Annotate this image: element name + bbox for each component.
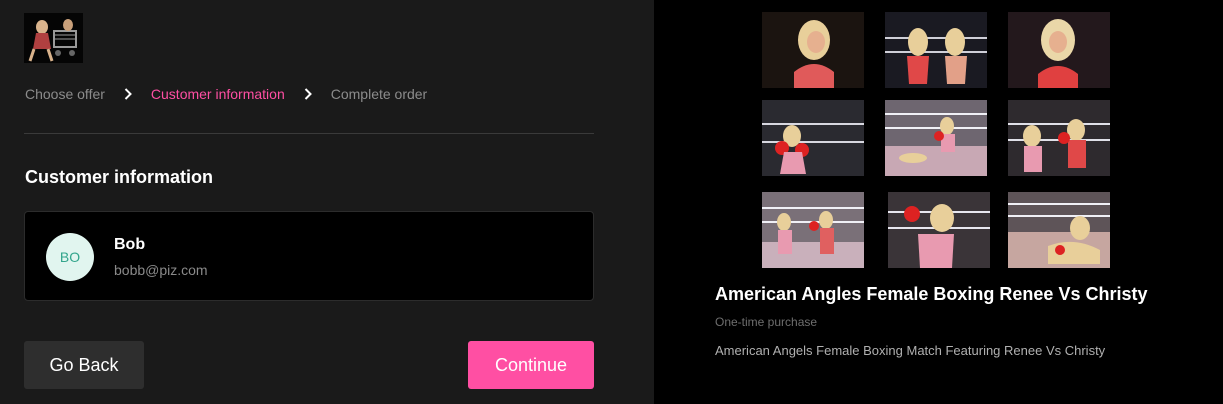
collage-thumb-icon [762,100,864,176]
collage-thumb-icon [888,192,990,268]
product-title: American Angles Female Boxing Renee Vs C… [715,284,1148,304]
section-title: Customer information [25,167,214,187]
collage-thumb-icon [1008,12,1110,88]
customer-email: bobb@piz.com [114,262,208,278]
step-complete-order: Complete order [330,86,428,102]
chevron-right-icon [105,88,151,100]
collage-thumb-icon [762,12,864,88]
collage-thumb-icon [885,100,987,176]
product-image [762,12,1112,268]
divider [24,133,594,134]
step-choose-offer[interactable]: Choose offer [25,86,105,102]
customer-name: Bob [114,236,146,253]
product-summary: American Angles Female Boxing Renee Vs C… [654,0,1223,404]
collage-thumb-icon [762,192,864,268]
collage-thumb-icon [1008,192,1110,268]
purchase-type: One-time purchase [715,315,818,329]
collage-thumb-icon [1008,100,1110,176]
checkout-panel: Choose offer Customer information Comple… [0,0,654,404]
product-description: American Angels Female Boxing Match Feat… [715,343,1106,358]
go-back-button[interactable]: Go Back [24,341,144,389]
avatar: BO [46,233,94,281]
step-customer-information[interactable]: Customer information [151,86,285,102]
wrestling-logo-icon [24,13,83,63]
collage-thumb-icon [885,12,987,88]
checkout-steps: Choose offer Customer information Comple… [25,84,427,104]
store-logo[interactable] [24,13,83,63]
chevron-right-icon [285,88,331,100]
customer-card: BO Bob bobb@piz.com [24,211,594,301]
continue-button[interactable]: Continue [468,341,594,389]
